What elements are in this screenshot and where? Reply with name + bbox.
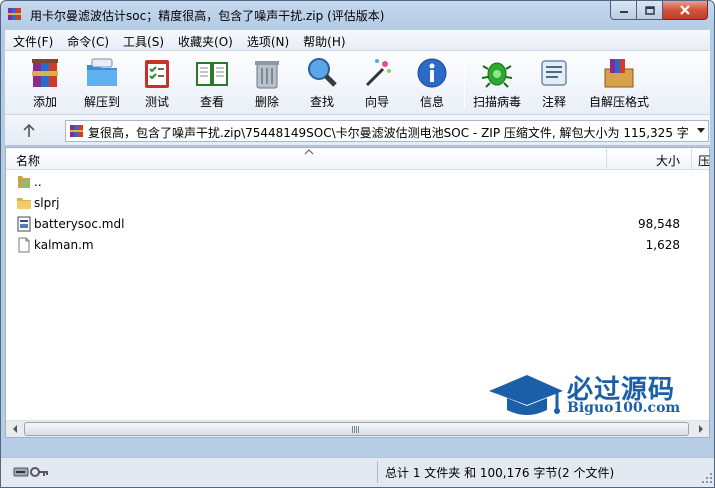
file-name: batterysoc.mdl bbox=[34, 217, 125, 231]
file-name: kalman.m bbox=[34, 238, 94, 252]
info-icon bbox=[417, 58, 447, 88]
chevron-down-icon[interactable] bbox=[697, 128, 705, 133]
caption-buttons bbox=[610, 1, 708, 20]
window-title: 用卡尔曼滤波估计soc；精度很高，包含了噪声干扰.zip (评估版本) bbox=[30, 9, 385, 23]
menu-tools[interactable]: 工具(S) bbox=[115, 30, 170, 50]
menu-file[interactable]: 文件(F) bbox=[5, 30, 59, 50]
address-field[interactable]: 复很高，包含了噪声干扰.zip\75448149SOC\卡尔曼滤波估测电池SOC… bbox=[65, 120, 709, 142]
file-size: 1,628 bbox=[645, 238, 680, 252]
add-archive-icon bbox=[32, 59, 58, 87]
chevron-right-icon bbox=[698, 425, 703, 433]
menu-commands[interactable]: 命令(C) bbox=[59, 30, 115, 50]
delete-button[interactable]: 删除 bbox=[239, 55, 295, 113]
up-arrow-icon[interactable] bbox=[15, 121, 43, 141]
menu-options[interactable]: 选项(N) bbox=[239, 30, 295, 50]
file-name: .. bbox=[34, 175, 42, 189]
extract-label: 解压到 bbox=[83, 95, 120, 109]
status-summary: 总计 1 文件夹 和 100,176 字节(2 个文件) bbox=[385, 466, 615, 480]
file-size: 98,548 bbox=[638, 217, 680, 231]
wizard-button[interactable]: 向导 bbox=[349, 55, 405, 113]
toolbar-separator bbox=[464, 57, 465, 109]
column-divider[interactable] bbox=[606, 148, 607, 170]
resize-grip-icon[interactable] bbox=[701, 472, 713, 484]
mdl-file-icon bbox=[17, 216, 31, 232]
test-clipboard-icon bbox=[145, 60, 169, 88]
archive-icon bbox=[70, 125, 83, 137]
table-row[interactable]: .. bbox=[6, 172, 686, 193]
virus-bug-icon bbox=[481, 62, 513, 88]
sfx-box-icon bbox=[604, 59, 634, 88]
test-label: 测试 bbox=[144, 95, 169, 109]
scrollbar-grip bbox=[352, 426, 360, 433]
virus-scan-label: 扫描病毒 bbox=[472, 95, 521, 109]
menu-bar: 文件(F) 命令(C) 工具(S) 收藏夹(O) 选项(N) 帮助(H) bbox=[5, 30, 710, 51]
comment-icon bbox=[541, 60, 567, 86]
comment-button[interactable]: 注释 bbox=[526, 55, 582, 113]
m-file-icon bbox=[18, 237, 30, 253]
find-button[interactable]: 查找 bbox=[294, 55, 350, 113]
scrollbar-thumb[interactable] bbox=[24, 422, 689, 436]
extract-folder-icon bbox=[87, 58, 117, 86]
column-size[interactable]: 大小 bbox=[656, 152, 680, 169]
menu-help[interactable]: 帮助(H) bbox=[295, 30, 351, 50]
test-button[interactable]: 测试 bbox=[129, 55, 185, 113]
folder-icon bbox=[17, 198, 31, 209]
info-label: 信息 bbox=[419, 95, 444, 109]
graduation-cap-icon bbox=[489, 375, 563, 415]
add-button[interactable]: 添加 bbox=[17, 55, 73, 113]
column-packed[interactable]: 压 bbox=[698, 152, 710, 169]
close-icon bbox=[680, 5, 690, 15]
view-label: 查看 bbox=[199, 95, 224, 109]
extract-button[interactable]: 解压到 bbox=[74, 55, 130, 113]
magnifier-icon bbox=[308, 58, 337, 87]
trash-icon bbox=[255, 61, 279, 89]
maximize-icon bbox=[644, 5, 655, 15]
app-window: 用卡尔曼滤波估计soc；精度很高，包含了噪声干扰.zip (评估版本) 文件(F… bbox=[0, 0, 715, 488]
drive-key-icon[interactable] bbox=[13, 465, 49, 479]
maximize-button[interactable] bbox=[637, 1, 663, 20]
status-bar: 总计 1 文件夹 和 100,176 字节(2 个文件) bbox=[1, 457, 714, 487]
title-bar[interactable]: 用卡尔曼滤波估计soc；精度很高，包含了噪声干扰.zip (评估版本) bbox=[1, 1, 714, 29]
watermark-subtitle: Biguo100.com bbox=[567, 400, 681, 416]
sfx-button[interactable]: 自解压格式 bbox=[587, 55, 651, 113]
chevron-left-icon bbox=[12, 425, 17, 433]
status-divider bbox=[377, 461, 378, 483]
folder-up-icon bbox=[18, 176, 30, 188]
column-divider[interactable] bbox=[691, 148, 692, 170]
sort-ascending-icon bbox=[304, 149, 314, 155]
find-label: 查找 bbox=[309, 95, 334, 109]
minimize-icon bbox=[619, 11, 628, 13]
address-bar: 复很高，包含了噪声干扰.zip\75448149SOC\卡尔曼滤波估测电池SOC… bbox=[5, 115, 710, 146]
file-name: slprj bbox=[34, 196, 60, 210]
scroll-left-button[interactable] bbox=[6, 421, 23, 437]
close-button[interactable] bbox=[663, 1, 708, 20]
table-row[interactable]: batterysoc.mdl 98,548 bbox=[6, 214, 686, 235]
file-rows: .. slprj batterysoc.mdl 98,548 kalman.m … bbox=[6, 172, 686, 256]
view-button[interactable]: 查看 bbox=[184, 55, 240, 113]
column-name[interactable]: 名称 bbox=[16, 152, 40, 169]
wizard-label: 向导 bbox=[364, 95, 389, 109]
address-path: 复很高，包含了噪声干扰.zip\75448149SOC\卡尔曼滤波估测电池SOC… bbox=[88, 126, 688, 140]
watermark-logo: 必过源码 Biguo100.com bbox=[487, 369, 687, 421]
info-button[interactable]: 信息 bbox=[404, 55, 460, 113]
menu-favorites[interactable]: 收藏夹(O) bbox=[170, 30, 239, 50]
add-label: 添加 bbox=[32, 95, 57, 109]
table-row[interactable]: slprj bbox=[6, 193, 686, 214]
table-row[interactable]: kalman.m 1,628 bbox=[6, 235, 686, 256]
comment-label: 注释 bbox=[541, 95, 566, 109]
minimize-button[interactable] bbox=[610, 1, 637, 20]
virus-scan-button[interactable]: 扫描病毒 bbox=[469, 55, 525, 113]
winrar-icon bbox=[8, 8, 21, 20]
magic-wand-icon bbox=[365, 59, 391, 87]
horizontal-scrollbar[interactable] bbox=[6, 420, 709, 437]
toolbar: 添加 解压到 测试 查看 删除 查找 向导 信息 扫描病毒 注释 自解压格式 bbox=[5, 51, 710, 115]
column-header: 名称 大小 压 bbox=[6, 148, 710, 170]
view-book-icon bbox=[196, 62, 228, 86]
delete-label: 删除 bbox=[254, 95, 279, 109]
sfx-label: 自解压格式 bbox=[588, 95, 649, 109]
scroll-right-button[interactable] bbox=[692, 421, 709, 437]
